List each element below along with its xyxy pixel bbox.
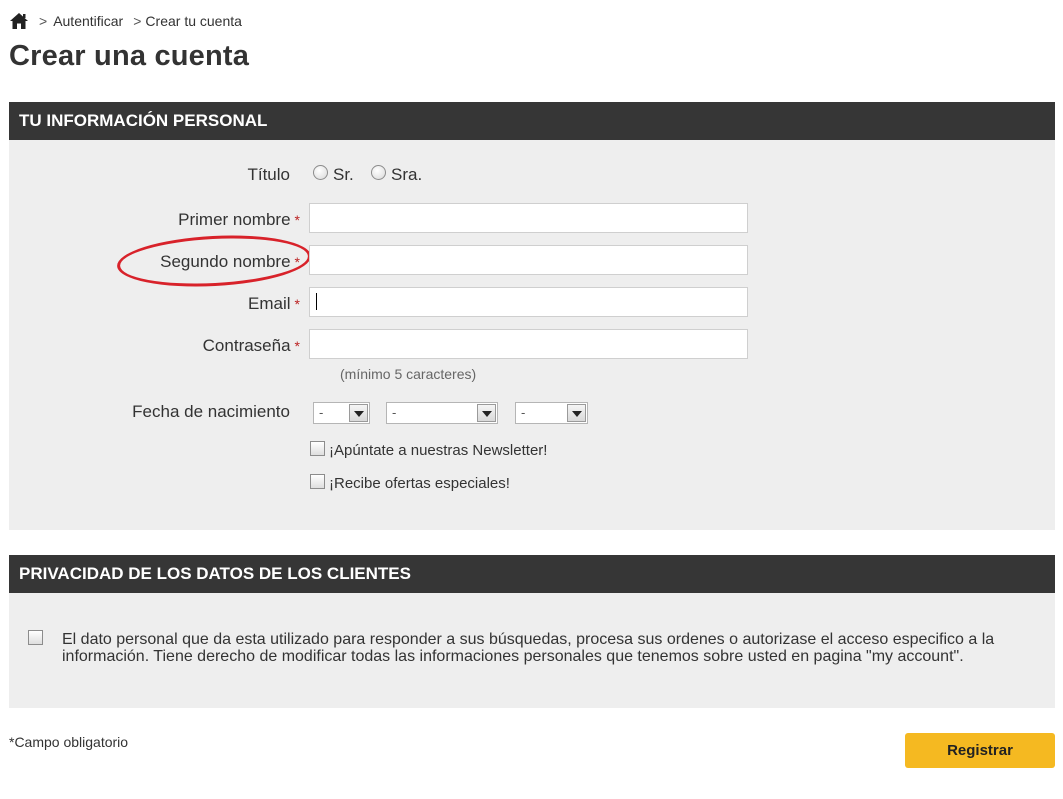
required-asterisk: *: [294, 296, 300, 312]
breadcrumb: > Autentificar > Crear tu cuenta: [9, 11, 242, 31]
register-button[interactable]: Registrar: [905, 733, 1055, 768]
email-label: Email *: [120, 294, 300, 314]
title-sra-label: Sra.: [391, 165, 423, 184]
offers-label: ¡Recibe ofertas especiales!: [329, 475, 510, 492]
breadcrumb-item-create-account: Crear tu cuenta: [145, 13, 242, 29]
breadcrumb-separator: >: [133, 13, 142, 29]
title-sra-radio[interactable]: [371, 165, 386, 180]
title-sr-label: Sr.: [333, 165, 354, 184]
text-cursor: [316, 293, 317, 310]
first-name-input[interactable]: [309, 203, 748, 233]
last-name-input[interactable]: [309, 245, 748, 275]
email-label-text: Email: [248, 294, 291, 313]
birthdate-month-value: -: [392, 405, 397, 420]
personal-info-header: TU INFORMACIÓN PERSONAL: [9, 102, 1055, 140]
password-label-text: Contraseña: [202, 336, 291, 355]
title-sr-radio[interactable]: [313, 165, 328, 180]
last-name-label-text: Segundo nombre: [160, 252, 291, 271]
page-title: Crear una cuenta: [9, 40, 250, 72]
home-icon[interactable]: [9, 12, 29, 30]
email-field-wrap: [309, 287, 748, 317]
chevron-down-icon: [477, 404, 496, 422]
breadcrumb-separator: >: [39, 13, 48, 29]
required-field-note: *Campo obligatorio: [9, 734, 129, 750]
password-hint: (mínimo 5 caracteres): [340, 366, 477, 382]
title-label: Título: [247, 165, 290, 184]
offers-checkbox[interactable]: [310, 474, 325, 489]
newsletter-label: ¡Apúntate a nuestras Newsletter!: [329, 442, 548, 459]
password-input[interactable]: [309, 329, 748, 359]
birthdate-month-select[interactable]: -: [386, 402, 498, 424]
breadcrumb-item-authenticate[interactable]: Autentificar: [53, 13, 123, 29]
privacy-text: El dato personal que da esta utilizado p…: [62, 631, 995, 665]
privacy-checkbox[interactable]: [28, 630, 43, 645]
first-name-label: Primer nombre *: [120, 210, 300, 230]
last-name-label: Segundo nombre *: [120, 252, 300, 272]
password-label: Contraseña *: [120, 336, 300, 356]
required-asterisk: *: [294, 254, 300, 270]
chevron-down-icon: [349, 404, 368, 422]
privacy-header: PRIVACIDAD DE LOS DATOS DE LOS CLIENTES: [9, 555, 1055, 593]
birthdate-year-value: -: [521, 405, 526, 420]
first-name-label-text: Primer nombre: [178, 210, 291, 229]
required-asterisk: *: [294, 338, 300, 354]
birthdate-label: Fecha de nacimiento: [132, 402, 290, 421]
birthdate-day-select[interactable]: -: [313, 402, 370, 424]
birthdate-day-value: -: [319, 405, 324, 420]
required-asterisk: *: [294, 212, 300, 228]
newsletter-checkbox[interactable]: [310, 441, 325, 456]
email-input[interactable]: [309, 287, 748, 317]
chevron-down-icon: [567, 404, 586, 422]
birthdate-year-select[interactable]: -: [515, 402, 588, 424]
